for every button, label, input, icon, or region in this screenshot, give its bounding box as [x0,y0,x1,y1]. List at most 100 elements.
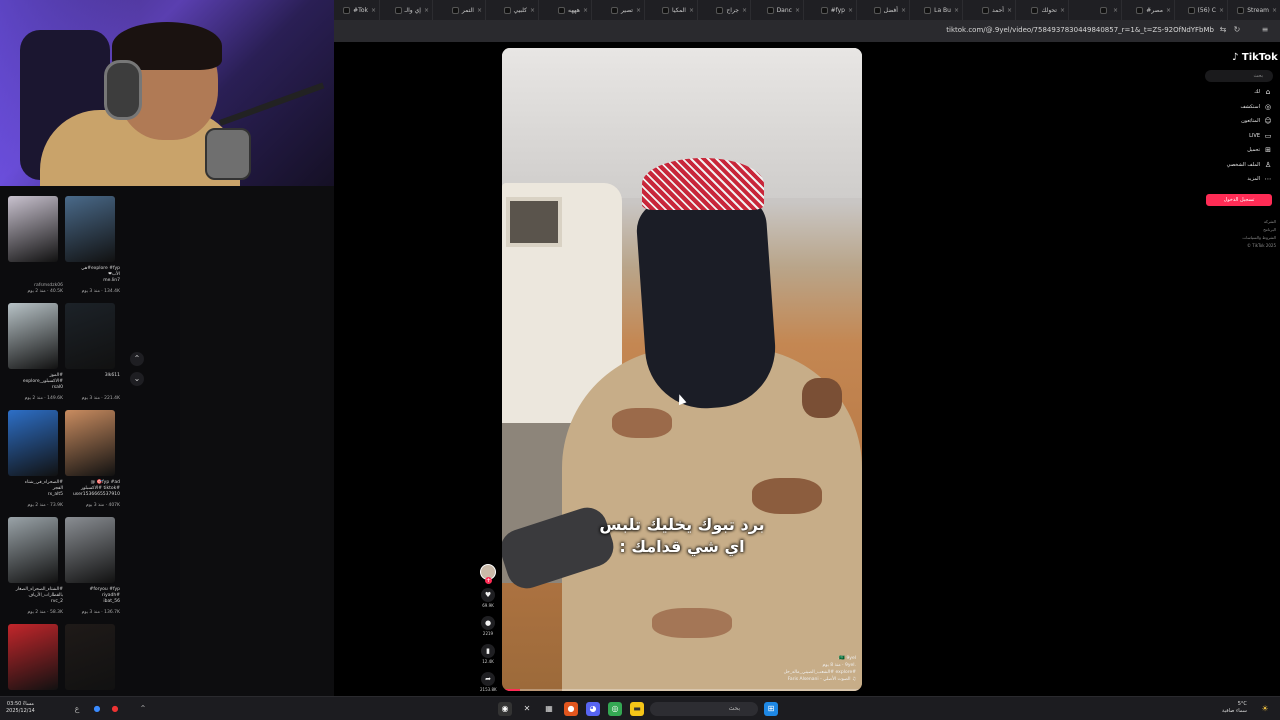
chrome-icon[interactable]: ◎ [608,702,622,716]
mic-tray-icon[interactable]: ● [90,702,104,716]
nav-item[interactable]: استكشف ◎ [1241,103,1273,111]
weather[interactable]: 5°C سماء صافية [1222,701,1247,715]
video-thumbnail[interactable] [65,303,115,369]
nav-item[interactable]: تحميل ⊞ [1247,146,1272,154]
thumbnail-caption[interactable]: #الموز #الاكسبلور_explore rsal0 [3,373,63,391]
close-icon[interactable]: × [1113,7,1118,14]
discord-icon[interactable]: ◕ [586,702,600,716]
video-thumbnail[interactable] [8,624,58,690]
browser-tab[interactable]: La Bu × [909,0,962,20]
browser-tab[interactable]: (56) C × [1174,0,1227,20]
browser-tab[interactable]: تحولك × [1015,0,1068,20]
clock[interactable]: مساءً 03:50 2025/12/14 [6,701,35,715]
video-thumbnail[interactable] [8,196,58,262]
nav-item[interactable]: المتابَعون ☺ [1241,117,1272,125]
nav-item[interactable]: لك ⌂ [1254,88,1272,96]
tab-label: La Bu [934,6,951,14]
share-icon[interactable]: ➦ [481,672,495,686]
video-thumbnail[interactable] [65,410,115,476]
firefox-icon[interactable]: ● [564,702,578,716]
thumbnail-caption[interactable]: #الشتاء_الصحراء_الصغار بالقطارات_الأرياف… [3,587,63,605]
search-input[interactable]: بحث [1205,70,1273,82]
close-icon[interactable]: × [530,7,535,14]
video-thumbnail[interactable] [8,410,58,476]
close-icon[interactable]: × [848,7,853,14]
nav-item-label: الملف الشخصي [1226,161,1260,168]
video-thumbnail[interactable] [65,196,115,262]
browser-tab[interactable]: #Tok × [334,0,379,20]
capcut-icon[interactable]: ✕ [520,702,534,716]
language-icon[interactable]: ع [70,702,84,716]
close-icon[interactable]: × [954,7,959,14]
browser-tab[interactable]: هههه × [538,0,591,20]
video-actions: + ♥ 69.9K ● 2219 ▮ 12.4K ➦ 2153.8K [480,564,497,692]
taskbar-search[interactable]: بحث [650,702,758,716]
close-icon[interactable]: × [1166,7,1171,14]
follow-plus-icon[interactable]: + [485,577,492,584]
browser-tab[interactable]: #fyp × [803,0,856,20]
close-icon[interactable]: × [1060,7,1065,14]
close-icon[interactable]: × [901,7,906,14]
scroll-down-icon[interactable]: ⌄ [130,372,144,386]
menu-icon[interactable]: ≡ [1260,25,1270,35]
folder-icon[interactable]: ▬ [630,702,644,716]
nav-item[interactable]: LIVE ▭ [1249,132,1272,140]
browser-tab[interactable]: تصير × [591,0,644,20]
thumbnail-caption[interactable]: #الصحراء_في_شتاء الفجر rx_alt5 [3,480,63,498]
thumbnail-caption[interactable]: 3lk611 [60,373,120,379]
video-thumbnail[interactable] [8,303,58,369]
thumbnail-caption[interactable]: fyp #ad🎯 @ #tiktok #الاكسبلور user153666… [60,480,120,498]
tab-label: Danc [776,6,792,14]
browser-tab[interactable]: جراح × [697,0,750,20]
heart-icon[interactable]: ♥ [481,588,495,602]
obs-icon[interactable]: ◉ [498,702,512,716]
login-button[interactable]: تسجيل الدخول [1206,194,1272,206]
install-icon[interactable]: ⇆ [1218,25,1228,35]
browser-tab[interactable]: Danc × [750,0,803,20]
browser-tab[interactable]: إي والـ × [379,0,432,20]
url-text[interactable]: tiktok.com/@.9yel/video/7584937830449840… [946,26,1214,34]
browser-tab[interactable]: × [1068,0,1121,20]
close-icon[interactable]: × [636,7,641,14]
video-subtitle: برد تبوك يخليك تلبس اي شي قدامك : [599,515,765,556]
close-icon[interactable]: × [477,7,482,14]
chevron-up-icon[interactable]: ⌃ [136,702,150,716]
close-icon[interactable]: × [689,7,694,14]
browser-tab[interactable]: التمر × [432,0,485,20]
thumbnail-caption[interactable]: explore #fyp#هي الأب❤ me.lin7 [60,266,120,284]
close-icon[interactable]: × [742,7,747,14]
nav-item[interactable]: الملف الشخصي ♙ [1227,161,1272,169]
video-thumbnail[interactable] [65,624,115,690]
browser-tab[interactable]: #مصر × [1121,0,1174,20]
browser-tab[interactable]: أحمد × [962,0,1015,20]
browser-tab[interactable]: المكيا × [644,0,697,20]
thumbnail-caption[interactable]: foryou #fyp# #riyadh ibat_56 [60,587,120,605]
close-icon[interactable]: × [583,7,588,14]
browser-tab[interactable]: كلبيي × [485,0,538,20]
live-icon: ▭ [1264,131,1272,140]
nav-item[interactable]: المزيد ⋯ [1247,175,1272,183]
browser-tab[interactable]: أفضل × [856,0,909,20]
calculator-icon[interactable]: ▦ [542,702,556,716]
address-bar[interactable]: tiktok.com/@.9yel/video/7584937830449840… [334,20,1280,42]
browser-tab[interactable]: Stream × [1227,0,1280,20]
scroll-up-icon[interactable]: ⌃ [130,352,144,366]
tiktok-logo[interactable]: ♪ TikTok [1232,52,1278,63]
reload-icon[interactable]: ↻ [1232,25,1242,35]
video-thumbnail[interactable] [65,517,115,583]
windows-start-icon[interactable]: ⊞ [764,702,778,716]
close-icon[interactable]: × [1219,7,1224,14]
close-icon[interactable]: × [424,7,429,14]
video-progress-bar[interactable] [502,689,862,691]
close-icon[interactable]: × [1272,7,1277,14]
comment-icon[interactable]: ● [481,616,495,630]
record-tray-icon[interactable]: ● [108,702,122,716]
close-icon[interactable]: × [371,7,376,14]
creator-avatar[interactable]: + [480,564,496,584]
video-thumbnail[interactable] [8,517,58,583]
close-icon[interactable]: × [795,7,800,14]
home-icon: ⌂ [1265,88,1271,96]
close-icon[interactable]: × [1007,7,1012,14]
bookmark-icon[interactable]: ▮ [481,644,495,658]
video-player[interactable]: برد تبوك يخليك تلبس اي شي قدامك : 🇸🇦 9ye… [502,48,862,691]
